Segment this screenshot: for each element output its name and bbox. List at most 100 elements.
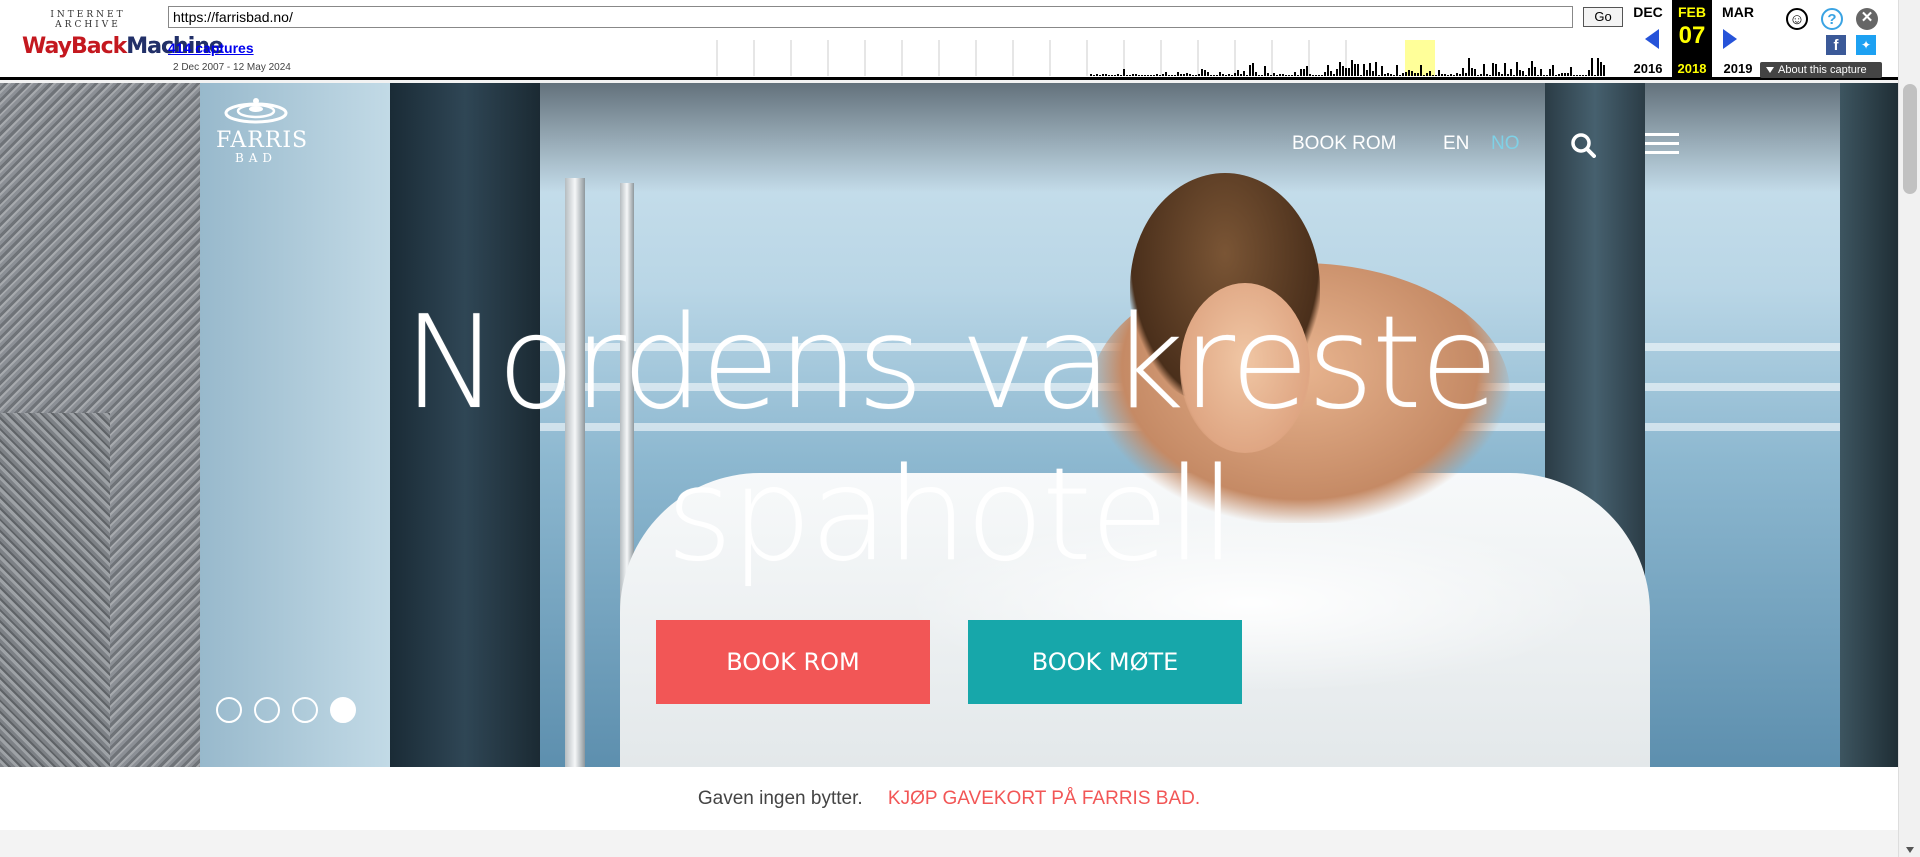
capture-bar: [1174, 75, 1176, 76]
nav-book-room-link[interactable]: BOOK ROM: [1292, 133, 1397, 155]
capture-bar: [1375, 62, 1377, 76]
current-year: 2018: [1677, 61, 1707, 76]
capture-bar: [1225, 75, 1227, 76]
facebook-icon[interactable]: f: [1826, 35, 1846, 55]
calendar-current: FEB 07 2018: [1672, 0, 1712, 80]
capture-bar: [1432, 75, 1434, 76]
capture-bar: [1144, 75, 1146, 76]
capture-bar: [1090, 74, 1092, 76]
user-icon[interactable]: ☺: [1786, 8, 1808, 30]
capture-bar: [1363, 64, 1365, 76]
capture-bar: [1516, 62, 1518, 76]
search-icon[interactable]: [1570, 132, 1596, 158]
capture-bar: [1285, 75, 1287, 76]
capture-bar: [1531, 61, 1533, 76]
capture-bar: [1222, 74, 1224, 76]
capture-bar: [1231, 75, 1233, 76]
pillar-edge: [1840, 83, 1898, 767]
capture-bar: [1546, 75, 1548, 76]
capture-bar: [1315, 75, 1317, 76]
capture-bar: [1195, 75, 1197, 76]
capture-bar: [1105, 74, 1107, 76]
capture-bar: [1477, 75, 1479, 76]
capture-bar: [1537, 75, 1539, 76]
capture-bar: [1252, 63, 1254, 76]
capture-bar: [1525, 75, 1527, 76]
gift-card-link[interactable]: KJØP GAVEKORT PÅ FARRIS BAD.: [888, 788, 1200, 809]
page-scrollbar[interactable]: [1898, 0, 1920, 857]
capture-bar: [1273, 73, 1275, 76]
capture-bar: [1156, 74, 1158, 76]
capture-bar: [1339, 62, 1341, 76]
capture-bar: [1297, 75, 1299, 76]
hamburger-menu-icon[interactable]: [1645, 133, 1679, 155]
close-icon[interactable]: ✕: [1856, 8, 1878, 30]
capture-bar: [1588, 70, 1590, 76]
slider-dot[interactable]: [292, 697, 318, 723]
about-capture-button[interactable]: About this capture: [1760, 62, 1882, 78]
capture-bar: [1501, 74, 1503, 76]
capture-bar: [1129, 75, 1131, 76]
capture-bar: [1096, 74, 1098, 76]
capture-bar: [1552, 65, 1554, 76]
capture-bar: [1291, 75, 1293, 76]
book-meeting-button[interactable]: BOOK MØTE: [968, 620, 1242, 704]
wayback-machine-wordmark: WayBack Machine: [22, 34, 224, 60]
farris-bad-logo[interactable]: FARRIS BAD: [216, 97, 307, 167]
lang-no-link[interactable]: NO: [1491, 133, 1520, 155]
prev-capture-arrow-icon[interactable]: [1645, 29, 1659, 49]
capture-bar: [1480, 74, 1482, 76]
capture-bar: [1447, 75, 1449, 76]
scrollbar-thumb[interactable]: [1903, 84, 1917, 194]
go-button[interactable]: Go: [1583, 7, 1623, 27]
capture-bar: [1585, 75, 1587, 76]
capture-bar: [1342, 66, 1344, 76]
capture-bar: [1567, 73, 1569, 76]
capture-bar: [1423, 75, 1425, 76]
wayback-logo[interactable]: INTERNET ARCHIVE WayBack Machine: [22, 10, 224, 62]
capture-bar: [1348, 68, 1350, 76]
calendar-next[interactable]: MAR 2019: [1716, 0, 1760, 80]
capture-bar: [1417, 73, 1419, 76]
wayback-url-input[interactable]: [168, 6, 1573, 28]
twitter-icon[interactable]: ✦: [1856, 35, 1876, 55]
capture-bar: [1369, 63, 1371, 76]
capture-bar: [1393, 75, 1395, 76]
capture-bar: [1108, 75, 1110, 76]
capture-bar: [1489, 75, 1491, 76]
capture-bar: [1357, 64, 1359, 76]
help-icon[interactable]: ?: [1821, 8, 1843, 30]
capture-bar: [1453, 75, 1455, 76]
capture-bar: [1153, 75, 1155, 76]
lang-en-link[interactable]: EN: [1443, 133, 1469, 155]
capture-bar: [1492, 63, 1494, 76]
book-room-button[interactable]: BOOK ROM: [656, 620, 930, 704]
capture-bar: [1549, 69, 1551, 76]
capture-bar: [1165, 72, 1167, 76]
capture-bar: [1438, 70, 1440, 76]
slider-dot[interactable]: [330, 697, 356, 723]
capture-bar: [1597, 58, 1599, 76]
slider-dot[interactable]: [254, 697, 280, 723]
capture-bar: [1507, 74, 1509, 76]
capture-bar: [1288, 75, 1290, 76]
capture-bar: [1234, 73, 1236, 76]
capture-bar: [1384, 74, 1386, 76]
next-month: MAR: [1722, 4, 1754, 20]
slider-dot[interactable]: [216, 697, 242, 723]
capture-bar: [1264, 66, 1266, 76]
capture-bar: [1216, 75, 1218, 76]
capture-bar: [1426, 73, 1428, 76]
capture-bar: [1192, 75, 1194, 76]
capture-bar: [1132, 74, 1134, 76]
capture-bar: [1378, 75, 1380, 76]
current-month: FEB: [1678, 4, 1706, 20]
wordmark-wayback: WayBack: [22, 34, 127, 59]
captures-link[interactable]: 414 captures: [168, 40, 254, 56]
prev-year: 2016: [1633, 61, 1663, 76]
capture-bar: [1255, 72, 1257, 76]
capture-bar: [1603, 65, 1605, 76]
scroll-down-arrow-icon[interactable]: [1906, 847, 1914, 853]
captures-sparkline[interactable]: [715, 40, 1609, 76]
gift-card-banner: Gaven ingen bytter. KJØP GAVEKORT PÅ FAR…: [0, 767, 1898, 830]
